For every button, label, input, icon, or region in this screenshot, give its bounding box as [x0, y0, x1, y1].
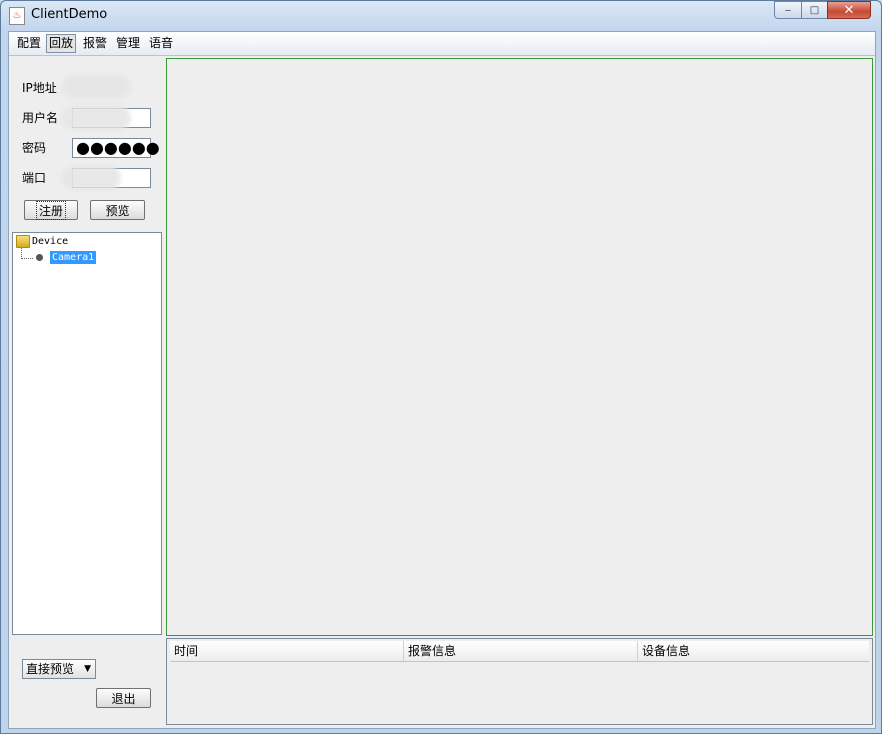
tree-connector: [21, 258, 33, 259]
device-tree[interactable]: Device Camera1: [12, 232, 162, 635]
exit-button[interactable]: 退出: [96, 688, 151, 708]
minimize-button[interactable]: ‒: [774, 1, 802, 19]
preview-button[interactable]: 预览: [90, 200, 145, 220]
port-field[interactable]: [61, 166, 151, 190]
alarm-table[interactable]: 时间 报警信息 设备信息: [166, 638, 873, 725]
column-device-info[interactable]: 设备信息: [638, 641, 869, 661]
username-field[interactable]: [61, 106, 151, 130]
menu-bar: 配置 回放 报警 管理 语音: [9, 32, 875, 56]
column-alarm-info[interactable]: 报警信息: [404, 641, 638, 661]
menu-alarm[interactable]: 报警: [81, 35, 109, 52]
tree-node-camera1[interactable]: Camera1: [50, 251, 97, 264]
menu-voice[interactable]: 语音: [147, 35, 175, 52]
folder-icon: [16, 235, 30, 248]
menu-manage[interactable]: 管理: [114, 35, 142, 52]
password-label: 密码: [22, 141, 47, 155]
video-preview-panel[interactable]: [166, 58, 873, 636]
tree-node-device[interactable]: Device: [32, 236, 68, 247]
client-area: 配置 回放 报警 管理 语音 IP地址 用户名 密码 ●●●●●● 端口 注册 …: [8, 31, 876, 729]
chevron-down-icon: ▼: [84, 664, 91, 674]
ip-label: IP地址: [22, 81, 57, 95]
preview-mode-select[interactable]: 直接预览 ▼: [22, 659, 96, 679]
redacted-value: [61, 106, 131, 130]
password-field[interactable]: ●●●●●●: [72, 138, 160, 158]
menu-config[interactable]: 配置: [15, 35, 43, 52]
username-label: 用户名: [22, 111, 59, 125]
title-bar[interactable]: ♨ ClientDemo ‒ □ ✕: [1, 1, 881, 29]
redacted-value: [61, 75, 131, 99]
column-time[interactable]: 时间: [170, 641, 404, 661]
window-title: ClientDemo: [31, 7, 108, 22]
redacted-value: [61, 166, 121, 190]
main-window: ♨ ClientDemo ‒ □ ✕ 配置 回放 报警 管理 语音 IP地址 用…: [0, 0, 882, 734]
alarm-table-header: 时间 报警信息 设备信息: [170, 641, 869, 662]
close-button[interactable]: ✕: [827, 1, 871, 19]
ip-field[interactable]: [61, 75, 151, 99]
left-panel: IP地址 用户名 密码 ●●●●●● 端口 注册 预览 Device Camer…: [12, 59, 163, 722]
password-dots: ●●●●●●: [76, 138, 160, 157]
left-bottom-controls: 直接预览 ▼ 退出: [12, 639, 163, 722]
menu-playback[interactable]: 回放: [46, 34, 77, 53]
leaf-icon: [36, 254, 43, 261]
port-label: 端口: [22, 171, 47, 185]
register-button-label: 注册: [35, 200, 67, 220]
preview-mode-value: 直接预览: [26, 662, 75, 676]
register-button[interactable]: 注册: [24, 200, 78, 220]
maximize-button[interactable]: □: [801, 1, 828, 19]
java-app-icon: ♨: [9, 7, 25, 25]
